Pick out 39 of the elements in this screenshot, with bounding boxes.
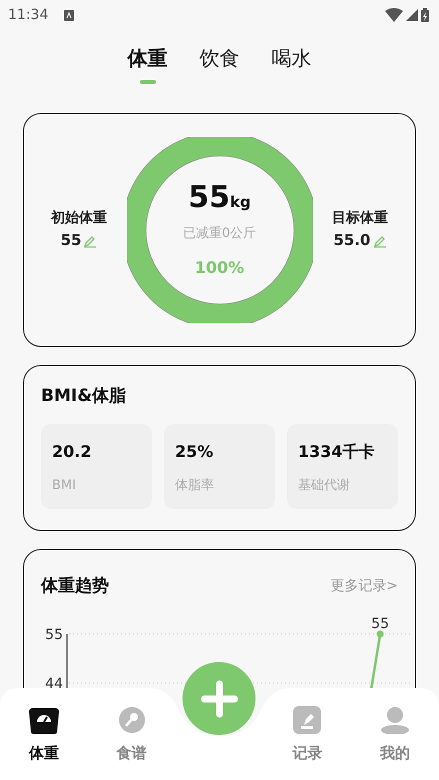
spoon-icon: [118, 706, 146, 734]
target-weight-label: 目标体重: [332, 209, 388, 228]
y-tick-label: 55: [45, 626, 63, 642]
person-icon: [380, 706, 410, 734]
target-weight-value: 55.0: [333, 230, 370, 252]
progress-percent: 100%: [194, 256, 244, 279]
start-weight-label: 初始体重: [51, 208, 107, 228]
stat-label: 基础代谢: [298, 476, 351, 494]
tab[interactable]: 体重: [128, 44, 168, 72]
nav-tab[interactable]: 记录: [263, 688, 352, 780]
nav-tab[interactable]: 我的: [351, 688, 439, 780]
status-time: 11:34: [8, 6, 48, 24]
card-title: BMI&体脂: [41, 385, 128, 408]
notification-icon: [64, 10, 74, 20]
data-label: 55: [371, 616, 390, 632]
note-icon: [293, 706, 322, 734]
card-title: 体重趋势: [41, 575, 109, 598]
stat-value: 25%: [175, 440, 214, 462]
tab[interactable]: 喝水: [272, 44, 312, 72]
weight-unit: kg: [230, 192, 251, 214]
scale-icon: [28, 706, 59, 734]
weight-lost: 已减重0公斤: [182, 225, 256, 244]
stat-label: BMI: [52, 476, 77, 494]
edit-icon[interactable]: [372, 234, 386, 248]
edit-icon[interactable]: [83, 234, 98, 248]
start-weight-value: 55: [60, 230, 82, 252]
stat-label: 体脂率: [175, 476, 215, 494]
stat-value: 20.2: [52, 440, 92, 462]
tab[interactable]: 饮食: [200, 44, 240, 72]
wifi-icon: [385, 8, 403, 22]
battery-icon: [421, 8, 429, 22]
nav-tab[interactable]: 食谱: [88, 688, 176, 780]
add-button[interactable]: [182, 662, 256, 735]
current-weight: 55: [188, 180, 230, 216]
stat-value: 1334千卡: [298, 440, 376, 462]
plus-icon: [200, 680, 238, 718]
tab-indicator: [140, 80, 156, 84]
data-point: [376, 630, 384, 637]
signal-icon: [406, 9, 418, 21]
